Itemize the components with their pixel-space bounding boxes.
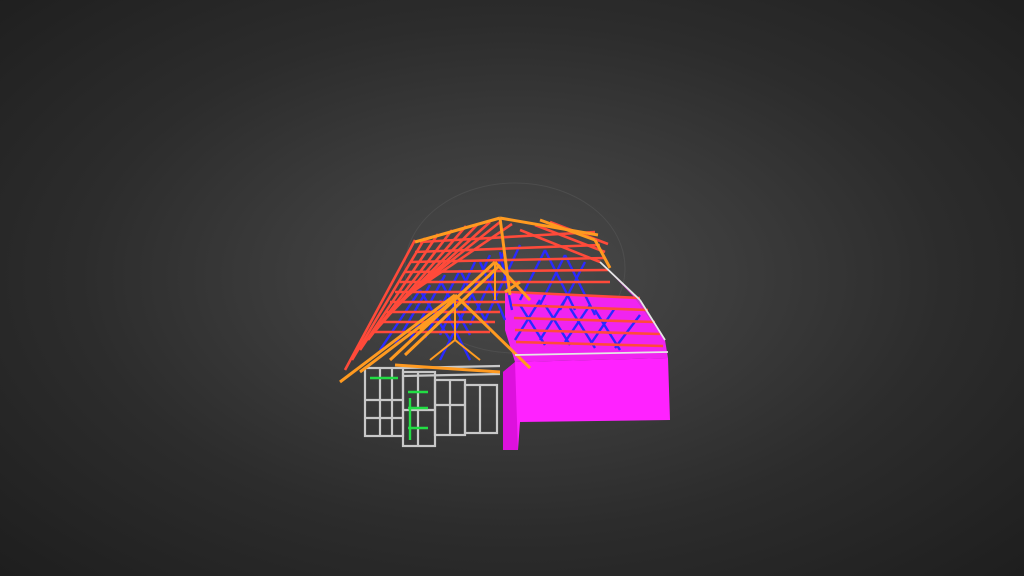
green-bracing bbox=[370, 376, 428, 440]
model-canvas[interactable] bbox=[0, 0, 1024, 576]
magenta-wall-block bbox=[503, 358, 670, 450]
3d-viewer[interactable] bbox=[0, 0, 1024, 576]
